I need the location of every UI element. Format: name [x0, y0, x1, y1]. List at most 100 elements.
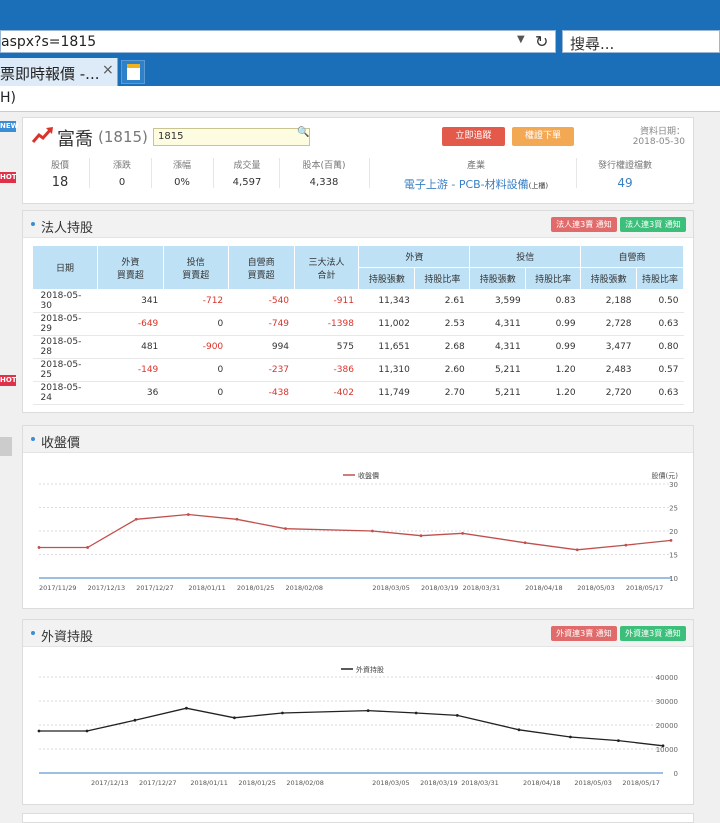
foreign-holding-chart[interactable]: 40000 30000 20000 10000 0 2017/12/13 2017/12/2…: [23, 648, 693, 806]
cell-f-ratio: 2.61: [414, 289, 470, 313]
track-button[interactable]: 立即追蹤: [442, 127, 505, 146]
stock-header-card: 富喬 (1815) 1815 🔍 立即追蹤 權證下單 資料日期： 2018-05…: [22, 117, 694, 204]
x-tick-label: 2018/01/11: [188, 584, 225, 592]
data-point: [37, 729, 41, 733]
info-label: 發行權證檔數: [597, 161, 652, 171]
info-value: 4,597: [232, 177, 262, 188]
address-bar[interactable]: aspx?s=1815 ▼ ↻: [0, 30, 556, 53]
new-badge[interactable]: NEW: [0, 121, 18, 132]
x-tick-label: 2017/12/13: [88, 584, 125, 592]
closing-price-chart[interactable]: 30 25 20 15 10 2017/11/29 2017/12/13 2017/12/27…: [23, 454, 693, 609]
info-value: 0%: [174, 177, 190, 188]
bullet-icon: [31, 222, 35, 226]
data-point: [186, 513, 190, 516]
info-change: 漲跌 0: [99, 158, 145, 188]
header-three-total[interactable]: 三大法人 合計: [293, 245, 360, 290]
search-icon[interactable]: 🔍: [297, 127, 309, 138]
header-text: 合計: [317, 270, 336, 281]
cell-foreign: -649: [97, 312, 164, 336]
header-dealer-holdings[interactable]: 持股張數: [580, 267, 638, 290]
cell-t-ratio: 0.99: [525, 335, 581, 359]
data-point: [233, 716, 236, 720]
cell-t-hold: 5,211: [469, 381, 526, 405]
cell-f-hold: 11,310: [358, 358, 415, 382]
address-row: aspx?s=1815 ▼ ↻ 搜尋...: [0, 28, 720, 55]
header-foreign-buysell[interactable]: 外資 買賣超: [96, 245, 164, 290]
legend-label: 外資持股: [356, 665, 384, 674]
header-dealer-buysell[interactable]: 自營商 買賣超: [227, 245, 295, 290]
header-trust-ratio[interactable]: 持股比率: [525, 267, 582, 290]
industry-label: 產業: [466, 161, 485, 171]
data-point: [370, 529, 374, 533]
info-label: 漲跌: [112, 161, 131, 171]
industry-link[interactable]: 電子上游 - PCB-材料設備: [404, 178, 529, 191]
bullet-icon: [31, 631, 35, 635]
hot-badge[interactable]: HOT: [0, 172, 17, 183]
x-tick-label: 2017/12/27: [139, 779, 176, 787]
data-date-label: 資料日期：: [639, 127, 685, 137]
section-title: 收盤價: [41, 436, 81, 451]
tab-title[interactable]: 票即時報價 -...: [0, 63, 100, 84]
cell-d-hold: 2,720: [580, 381, 637, 405]
cell-d-ratio: 0.63: [636, 381, 684, 405]
menu-help[interactable]: H): [0, 90, 16, 106]
cell-d-hold: 2,188: [580, 289, 637, 313]
cell-dealer: -438: [228, 381, 295, 405]
foreign-sell-alert-button[interactable]: 外資連3賣 通知: [551, 626, 617, 641]
y-tick-label: 20000: [656, 722, 678, 730]
close-icon[interactable]: ×: [102, 62, 114, 78]
x-tick-label: 2018/02/08: [286, 779, 323, 787]
header-date[interactable]: 日期: [32, 245, 98, 290]
warrants-count-link[interactable]: 49: [583, 176, 667, 190]
hot-badge[interactable]: HOT: [0, 375, 17, 386]
header-text: 買賣超: [182, 270, 210, 281]
browser-search-placeholder[interactable]: 搜尋...: [570, 33, 614, 54]
data-point: [517, 728, 521, 732]
foreign-buy-alert-button[interactable]: 外資連3買 通知: [620, 626, 686, 641]
info-label: 股本(百萬): [302, 161, 346, 171]
header-text: 投信: [186, 257, 205, 268]
legend-label: 收盤價: [358, 471, 379, 480]
cell-trust: -712: [163, 289, 229, 313]
cell-f-ratio: 2.70: [414, 381, 470, 405]
browser-tab[interactable]: 票即時報價 -... ×: [0, 58, 118, 86]
header-trust-holdings[interactable]: 持股張數: [469, 267, 527, 290]
cell-trust: -900: [163, 335, 229, 359]
y-tick-label: 40000: [656, 674, 678, 682]
stock-code: (1815): [98, 128, 148, 146]
x-tick-label: 2017/12/27: [136, 584, 173, 592]
header-foreign-holdings[interactable]: 持股張數: [358, 267, 416, 290]
divider: [576, 158, 577, 188]
cell-dealer: -540: [228, 289, 295, 313]
refresh-icon[interactable]: ↻: [535, 32, 548, 51]
address-dropdown-icon[interactable]: ▼: [517, 34, 525, 45]
new-tab-button[interactable]: [121, 60, 145, 84]
x-tick-label: 2017/11/29: [39, 584, 76, 592]
side-scroll-tab[interactable]: [0, 437, 12, 456]
cell-t-hold: 3,599: [469, 289, 526, 313]
trend-up-icon: [32, 127, 53, 143]
y-tick-label: 30: [669, 481, 678, 489]
bullet-icon: [31, 437, 35, 441]
cell-d-hold: 2,728: [580, 312, 637, 336]
data-point: [284, 527, 287, 531]
header-trust-buysell[interactable]: 投信 買賣超: [162, 245, 229, 290]
x-tick-label: 2018/03/19: [421, 584, 458, 592]
cell-dealer: -749: [228, 312, 295, 336]
address-url[interactable]: aspx?s=1815: [1, 34, 96, 50]
stock-search-input[interactable]: 1815: [153, 128, 310, 146]
browser-search-box[interactable]: 搜尋...: [562, 30, 720, 53]
y-tick-label: 20: [669, 528, 678, 536]
x-tick-label: 2018/05/17: [626, 584, 663, 592]
cell-t-ratio: 1.20: [525, 358, 581, 382]
data-point: [455, 714, 459, 717]
header-dealer-ratio[interactable]: 持股比率: [636, 267, 684, 290]
warrant-order-button[interactable]: 權證下單: [512, 127, 574, 146]
cell-total: -911: [294, 289, 359, 313]
y-tick-label: 10: [669, 575, 678, 583]
x-tick-label: 2018/01/25: [237, 584, 274, 592]
header-foreign-ratio[interactable]: 持股比率: [414, 267, 471, 290]
x-tick-label: 2018/01/11: [190, 779, 227, 787]
institutional-sell-alert-button[interactable]: 法人連3賣 通知: [551, 217, 617, 232]
institutional-buy-alert-button[interactable]: 法人連3買 通知: [620, 217, 686, 232]
